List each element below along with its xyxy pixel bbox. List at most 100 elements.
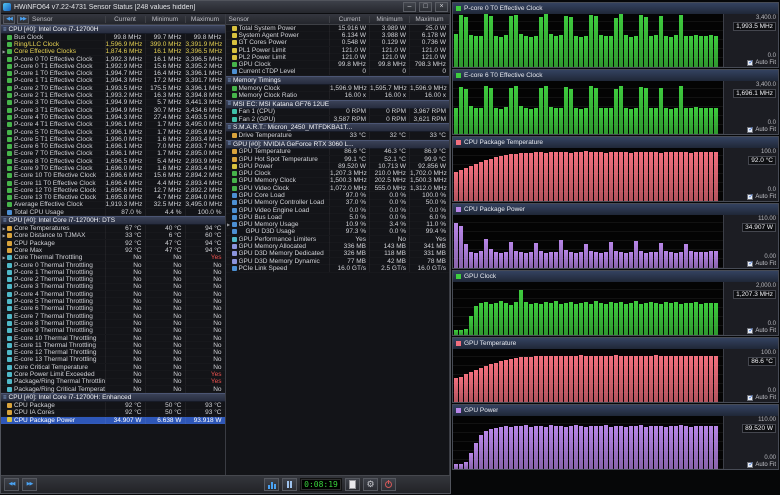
- minimize-button[interactable]: –: [403, 2, 416, 12]
- sensor-row[interactable]: Current cTDP Level 0 0 0: [226, 68, 450, 76]
- section-icon: ≡: [227, 77, 232, 84]
- graph-title: P-core 0 T0 Effective Clock: [464, 5, 543, 12]
- graph-bar: [489, 158, 493, 201]
- value-current: No: [104, 341, 145, 349]
- section-header[interactable]: ≡ CPU [#0]: Intel Core i7-12700H: Enhance…: [1, 393, 225, 403]
- column-header-minimum[interactable]: Minimum: [144, 15, 185, 23]
- move-value-down-button[interactable]: ▶▶: [22, 478, 37, 491]
- value-maximum: 2,893.4 MHz: [184, 135, 225, 143]
- graph-window[interactable]: P-core 0 T0 Effective Clock 3,400.0 1,993.…: [452, 2, 779, 68]
- sensor-row[interactable]: Drive Temperature 33 °C 32 °C 33 °C: [226, 131, 450, 139]
- graph-bar: [629, 252, 633, 268]
- thr-icon: [7, 299, 12, 305]
- sensor-row[interactable]: Fan 2 (GPU) 3,587 RPM 0 RPM 3,621 RPM: [226, 115, 450, 123]
- graph-bar: [689, 303, 693, 335]
- section-header[interactable]: ≡ CPU [#0]: Intel Core i7-12700H: [1, 25, 225, 34]
- column-header-row-left: ◀◀ ▶▶ Sensor Current Minimum Maximum: [1, 14, 225, 25]
- value-maximum: 3,396.5 MHz: [184, 55, 225, 63]
- graph-title-bar[interactable]: GPU Temperature: [453, 338, 778, 349]
- graph-window[interactable]: GPU Temperature 100.0 86.6 °C 0.0 ✓ Auto Fit: [452, 337, 779, 403]
- usage-icon: [231, 192, 237, 198]
- value-maximum: 33 °C: [409, 131, 449, 139]
- sensor-row[interactable]: Package/Ring Critical Temperature No No No: [1, 385, 225, 393]
- report-button[interactable]: [345, 478, 360, 491]
- graph-title-bar[interactable]: P-core 0 T0 Effective Clock: [453, 3, 778, 14]
- value-maximum: 16.00 x: [409, 92, 449, 100]
- value-maximum: 1,312.0 MHz: [409, 184, 449, 192]
- sensor-row[interactable]: PCIe Link Speed 16.0 GT/s 2.5 GT/s 16.0 GT/…: [226, 264, 450, 272]
- graph-bar: [669, 425, 673, 469]
- graph-window[interactable]: CPU Package Temperature 100.0 92.0 °C 0.0 ✓ A…: [452, 136, 779, 202]
- section-header[interactable]: ≡ MSI EC: MSI Katana GF76 12UE: [225, 99, 449, 109]
- graph-bar: [594, 16, 598, 67]
- sensor-label: GPU Clock: [238, 61, 271, 69]
- graph-title-bar[interactable]: CPU Package Temperature: [453, 137, 778, 148]
- graph-bar: [529, 152, 533, 201]
- graph-bar: [499, 361, 503, 402]
- autofit-checkbox[interactable]: ✓: [747, 194, 753, 200]
- autofit-checkbox[interactable]: ✓: [747, 462, 753, 468]
- graph-title-bar[interactable]: CPU Package Power: [453, 204, 778, 215]
- power-button[interactable]: [381, 478, 396, 491]
- maximize-button[interactable]: □: [419, 2, 432, 12]
- sensor-row[interactable]: Memory Clock Ratio 16.00 x 16.00 x 16.00 x: [226, 92, 450, 100]
- graph-window[interactable]: GPU Clock 2,000.0 1,207.3 MHz 0.0 ✓ Auto Fit: [452, 270, 779, 336]
- graph-bar: [689, 152, 693, 201]
- autofit-checkbox[interactable]: ✓: [747, 261, 753, 267]
- sensor-row[interactable]: Total CPU Usage 87.0 % 4.4 % 100.0 %: [1, 208, 225, 216]
- value-current: No: [104, 290, 145, 298]
- value-minimum: 1.7 MHz: [144, 150, 185, 158]
- graph-bar: [559, 35, 563, 67]
- sensor-row[interactable]: CPU Package Power 34.907 W 6.638 W 93.918 W: [1, 416, 225, 425]
- logging-timer[interactable]: 0:08:19: [300, 478, 342, 491]
- section-header[interactable]: ≡ Memory Timings: [225, 76, 449, 86]
- settings-button[interactable]: ⚙: [363, 478, 378, 491]
- sensor-label: GPU Video Clock: [238, 184, 289, 192]
- graph-title-bar[interactable]: GPU Power: [453, 405, 778, 416]
- graph-bar: [584, 426, 588, 469]
- column-header-maximum[interactable]: Maximum: [184, 15, 225, 23]
- clk-icon: [7, 195, 12, 201]
- autofit-label: Auto Fit: [755, 328, 776, 334]
- move-value-up-button[interactable]: ◀◀: [4, 478, 19, 491]
- autofit-checkbox[interactable]: ✓: [747, 328, 753, 334]
- section-header[interactable]: ≡ CPU [#0]: Intel Core i7-12700H: DTS: [1, 216, 225, 226]
- graph-window[interactable]: CPU Package Power 110.00 34.907 W 0.00 ✓ Auto…: [452, 203, 779, 269]
- title-bar[interactable]: HWiNFO64 v7.22-4731 Sensor Status [248 v…: [1, 1, 450, 14]
- column-header-current[interactable]: Current: [104, 15, 145, 23]
- scroll-left-button[interactable]: ◀◀: [3, 14, 15, 24]
- section-header[interactable]: ≡ GPU [#0]: NVIDIA GeForce RTX 3060 L...: [225, 139, 449, 149]
- autofit-checkbox[interactable]: ✓: [747, 60, 753, 66]
- graph-bar: [709, 426, 713, 469]
- graph-bar: [459, 329, 463, 335]
- layout-button[interactable]: [282, 478, 297, 491]
- column-header-maximum[interactable]: Maximum: [409, 15, 449, 23]
- graph-title: E-core 6 T0 Effective Clock: [464, 72, 543, 79]
- autofit-checkbox[interactable]: ✓: [747, 127, 753, 133]
- sensor-label: GT Cores Power: [238, 39, 287, 47]
- clk-icon: [7, 49, 12, 55]
- graph-title-bar[interactable]: E-core 6 T0 Effective Clock: [453, 70, 778, 81]
- close-button[interactable]: ×: [435, 2, 448, 12]
- graph-window[interactable]: E-core 6 T0 Effective Clock 3,400.0 1,696.…: [452, 69, 779, 135]
- column-header-minimum[interactable]: Minimum: [369, 15, 409, 23]
- scroll-right-button[interactable]: ▶▶: [17, 14, 29, 24]
- value-current: 33 °C: [104, 232, 145, 240]
- graph-title-bar[interactable]: GPU Clock: [453, 271, 778, 282]
- column-header-sensor[interactable]: Sensor: [226, 16, 330, 23]
- autofit-checkbox[interactable]: ✓: [747, 395, 753, 401]
- graph-bar: [664, 107, 668, 134]
- graph-button[interactable]: [264, 478, 279, 491]
- column-header-current[interactable]: Current: [329, 15, 369, 23]
- value-minimum: 555.0 MHz: [369, 184, 409, 192]
- graph-window[interactable]: GPU Power 110.00 89.520 W 0.00 ✓ Auto Fit: [452, 404, 779, 470]
- value-minimum: 7.0 MHz: [144, 143, 185, 151]
- value-minimum: 121.0 W: [369, 46, 409, 54]
- value-current: 92 °C: [104, 239, 145, 247]
- graph-bar: [514, 153, 518, 201]
- value-minimum: 47 °C: [144, 239, 185, 247]
- value-minimum: No: [144, 349, 185, 357]
- section-header[interactable]: ≡ S.M.A.R.T.: Micron_2450_MTFDKBA1T...: [225, 123, 449, 133]
- column-header-sensor[interactable]: Sensor: [29, 16, 105, 23]
- graph-bar: [474, 253, 478, 268]
